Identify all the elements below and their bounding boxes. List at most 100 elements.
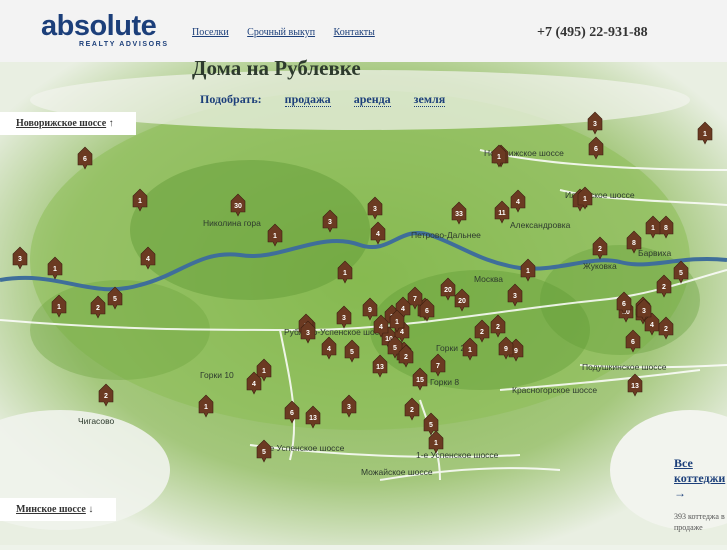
- house-pin-count: 2: [662, 284, 666, 291]
- place-label: Барвиха: [638, 248, 671, 258]
- house-pin-count: 4: [376, 231, 380, 238]
- place-label: Подушкинское шоссе: [582, 362, 667, 372]
- house-pin-count: 7: [413, 296, 417, 303]
- house-pin-count: 4: [401, 306, 405, 313]
- filter-sale[interactable]: продажа: [284, 92, 331, 107]
- arrow-up-icon: ↑: [108, 118, 114, 129]
- house-pin-count: 6: [622, 301, 626, 308]
- place-label: 2-е Успенское шоссе: [262, 443, 345, 453]
- house-pin-count: 2: [496, 324, 500, 331]
- place-label: Александровка: [510, 220, 571, 230]
- house-pin-count: 1: [468, 347, 472, 354]
- house-pin-count: 13: [631, 383, 639, 390]
- house-pin-count: 8: [664, 225, 668, 232]
- filter-rent[interactable]: аренда: [353, 92, 391, 107]
- house-pin-count: 4: [516, 199, 520, 206]
- house-pin-count: 30: [234, 203, 242, 210]
- house-pin-count: 2: [598, 246, 602, 253]
- house-pin-count: 5: [350, 349, 354, 356]
- house-pin-count: 1: [138, 198, 142, 205]
- house-pin-count: 3: [373, 206, 377, 213]
- house-pin-count: 1: [343, 270, 347, 277]
- house-pin-count: 3: [593, 121, 597, 128]
- house-pin-count: 1: [57, 304, 61, 311]
- highway-label: Минское шоссе: [16, 504, 86, 515]
- cottages-count: 393 коттеджа в продаже: [674, 512, 725, 532]
- logo[interactable]: absolute REALTY ADVISORS: [41, 12, 169, 49]
- house-pin-count: 4: [327, 346, 331, 353]
- house-pin-count: 1: [204, 404, 208, 411]
- house-pin-count: 1: [497, 154, 501, 161]
- house-pin-count: 1: [703, 131, 707, 138]
- header: absolute REALTY ADVISORS Поселки Срочный…: [0, 0, 727, 62]
- logo-word: absolute: [41, 10, 157, 42]
- place-label: Чигасово: [78, 416, 115, 426]
- house-pin-count: 6: [631, 339, 635, 346]
- house-pin-count: 9: [368, 307, 372, 314]
- place-label: Горки 10: [200, 370, 234, 380]
- house-pin-count: 11: [498, 210, 506, 217]
- house-pin-count: 1: [526, 268, 530, 275]
- place-label: Горки 8: [430, 377, 459, 387]
- house-pin-count: 3: [328, 219, 332, 226]
- house-pin-count: 20: [458, 298, 466, 305]
- top-nav: Поселки Срочный выкуп Контакты: [192, 27, 391, 38]
- house-pin-count: 2: [480, 329, 484, 336]
- house-pin-count: 7: [436, 363, 440, 370]
- house-pin-count: 3: [513, 293, 517, 300]
- place-label: Жуковка: [583, 261, 617, 271]
- house-pin-count: 3: [18, 256, 22, 263]
- filters: Подобрать: продажа аренда земля: [200, 92, 465, 107]
- house-pin-count: 3: [342, 315, 346, 322]
- filter-land[interactable]: земля: [413, 92, 446, 107]
- house-pin-count: 1: [53, 266, 57, 273]
- house-pin-count: 5: [679, 270, 683, 277]
- house-pin-count: 2: [664, 326, 668, 333]
- house-pin-count: 1: [583, 196, 587, 203]
- place-label: Красногорское шоссе: [512, 385, 597, 395]
- house-pin-count: 9: [514, 348, 518, 355]
- house-pin-count: 1: [262, 368, 266, 375]
- phone-number: +7 (495) 22-931-88: [537, 25, 648, 40]
- house-pin-count: 6: [594, 146, 598, 153]
- house-pin-count: 5: [262, 449, 266, 456]
- house-pin-count: 2: [404, 354, 408, 361]
- place-label: 1-е Успенское шоссе: [416, 450, 499, 460]
- house-pin-count: 4: [146, 256, 150, 263]
- house-pin-count: 4: [400, 329, 404, 336]
- house-pin-count: 3: [642, 308, 646, 315]
- place-label: Можайское шоссе: [361, 467, 433, 477]
- place-label: Горки 2: [436, 343, 465, 353]
- page-title: Дома на Рублевке: [192, 56, 361, 80]
- house-pin-count: 6: [290, 410, 294, 417]
- nav-link-contacts[interactable]: Контакты: [334, 27, 375, 38]
- nav-link-buyout[interactable]: Срочный выкуп: [247, 27, 315, 38]
- house-pin-count: 33: [455, 211, 463, 218]
- house-pin-count: 5: [393, 345, 397, 352]
- logo-subtitle: REALTY ADVISORS: [79, 41, 169, 48]
- house-pin-count: 1: [395, 319, 399, 326]
- place-label: Москва: [474, 274, 503, 284]
- house-pin-count: 6: [83, 156, 87, 163]
- arrow-right-icon: →: [674, 486, 686, 500]
- house-pin-count: 2: [104, 393, 108, 400]
- highway-link-novorizhskoe[interactable]: Новорижское шоссе ↑: [0, 112, 136, 135]
- arrow-down-icon: ↓: [88, 504, 94, 515]
- house-pin-count: 1: [434, 440, 438, 447]
- highway-label: Новорижское шоссе: [16, 118, 107, 129]
- house-pin-count: 1: [273, 233, 277, 240]
- place-label: Николина гора: [203, 218, 261, 228]
- house-pin-count: 5: [429, 422, 433, 429]
- house-pin-count: 20: [444, 287, 452, 294]
- house-pin-count: 15: [416, 377, 424, 384]
- nav-link-settlements[interactable]: Поселки: [192, 27, 229, 38]
- highway-link-minskoe[interactable]: Минское шоссе ↓: [0, 498, 116, 521]
- house-pin-count: 9: [504, 346, 508, 353]
- house-pin-count: 8: [632, 240, 636, 247]
- house-pin-count: 13: [309, 415, 317, 422]
- filters-label: Подобрать:: [200, 92, 262, 106]
- house-pin-count: 6: [425, 308, 429, 315]
- house-pin-count: 3: [347, 404, 351, 411]
- all-cottages-link[interactable]: Все коттеджи →: [674, 456, 727, 501]
- house-pin-count: 2: [96, 305, 100, 312]
